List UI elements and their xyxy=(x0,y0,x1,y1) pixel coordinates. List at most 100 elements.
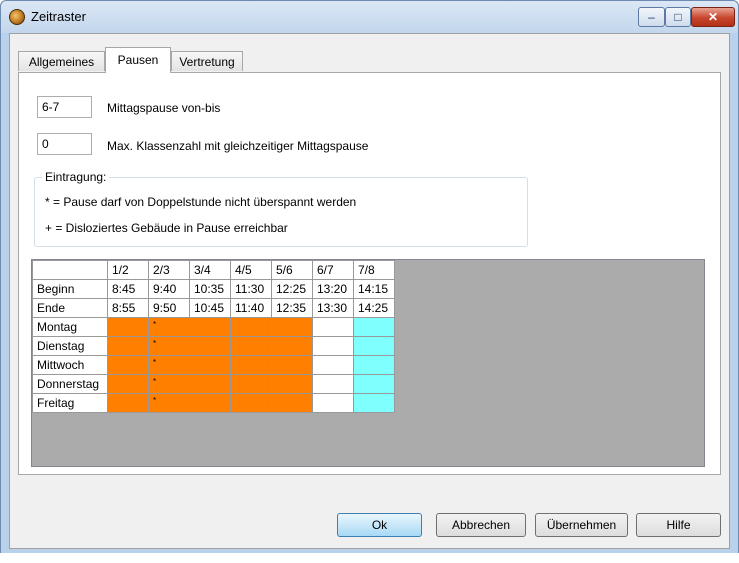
day-row: Freitag * xyxy=(32,393,395,413)
break-cell[interactable] xyxy=(107,317,149,337)
break-cell[interactable] xyxy=(271,374,313,394)
day-label: Dienstag xyxy=(32,336,108,356)
break-cell[interactable] xyxy=(189,393,231,413)
period-header: 7/8 xyxy=(353,260,395,280)
begin-row: Beginn 8:45 9:40 10:35 11:30 12:25 13:20… xyxy=(32,279,395,299)
break-cell[interactable] xyxy=(230,317,272,337)
break-cell[interactable] xyxy=(271,355,313,375)
close-button[interactable]: ✕ xyxy=(691,7,735,27)
ok-button[interactable]: Ok xyxy=(337,513,422,537)
break-cell[interactable] xyxy=(189,374,231,394)
end-time[interactable]: 9:50 xyxy=(148,298,190,318)
break-cell[interactable] xyxy=(312,317,354,337)
end-row: Ende 8:55 9:50 10:45 11:40 12:35 13:30 1… xyxy=(32,298,395,318)
period-header: 5/6 xyxy=(271,260,313,280)
no-span-mark: * xyxy=(153,396,157,405)
tab-vertretung[interactable]: Vertretung xyxy=(171,51,243,71)
close-icon: ✕ xyxy=(707,10,719,24)
break-cell[interactable] xyxy=(230,393,272,413)
day-row: Dienstag * xyxy=(32,336,395,356)
row-label: Beginn xyxy=(32,279,108,299)
cancel-button[interactable]: Abbrechen xyxy=(436,513,526,537)
maximize-icon: □ xyxy=(674,10,682,24)
break-cell[interactable] xyxy=(230,355,272,375)
day-label: Montag xyxy=(32,317,108,337)
begin-time[interactable]: 13:20 xyxy=(312,279,354,299)
period-header: 4/5 xyxy=(230,260,272,280)
no-span-mark: * xyxy=(153,339,157,348)
break-cell[interactable] xyxy=(107,336,149,356)
legend-line-star: * = Pause darf von Doppelstunde nicht üb… xyxy=(45,195,357,209)
begin-time[interactable]: 10:35 xyxy=(189,279,231,299)
end-time[interactable]: 13:30 xyxy=(312,298,354,318)
legend-title: Eintragung: xyxy=(42,170,110,184)
header-row: 1/2 2/3 3/4 4/5 5/6 6/7 7/8 xyxy=(32,260,395,280)
break-cell[interactable]: * xyxy=(148,374,190,394)
timetable-grid: 1/2 2/3 3/4 4/5 5/6 6/7 7/8 Beginn 8:45 … xyxy=(32,260,395,413)
break-cell[interactable] xyxy=(353,393,395,413)
break-cell[interactable] xyxy=(353,374,395,394)
break-cell[interactable] xyxy=(312,336,354,356)
day-row: Donnerstag * xyxy=(32,374,395,394)
break-cell[interactable] xyxy=(312,374,354,394)
break-cell[interactable] xyxy=(189,317,231,337)
max-classes-field[interactable]: 0 xyxy=(37,133,92,155)
end-time[interactable]: 8:55 xyxy=(107,298,149,318)
tab-pausen[interactable]: Pausen xyxy=(105,47,171,73)
tab-allgemeines[interactable]: Allgemeines xyxy=(18,51,105,71)
no-span-mark: * xyxy=(153,377,157,386)
break-cell[interactable] xyxy=(189,355,231,375)
break-cell[interactable] xyxy=(189,336,231,356)
break-cell[interactable] xyxy=(353,336,395,356)
day-row: Mittwoch * xyxy=(32,355,395,375)
maximize-button[interactable]: □ xyxy=(665,7,691,27)
title-bar[interactable]: Zeitraster – □ ✕ xyxy=(1,1,738,33)
end-time[interactable]: 11:40 xyxy=(230,298,272,318)
break-cell[interactable]: * xyxy=(148,336,190,356)
no-span-mark: * xyxy=(153,358,157,367)
window-title: Zeitraster xyxy=(31,9,86,24)
break-cell[interactable] xyxy=(271,336,313,356)
break-cell[interactable]: * xyxy=(148,355,190,375)
break-cell[interactable]: * xyxy=(148,393,190,413)
lunch-break-label: Mittagspause von-bis xyxy=(107,101,221,115)
apply-button[interactable]: Übernehmen xyxy=(535,513,628,537)
legend-line-plus: + = Disloziertes Gebäude in Pause erreic… xyxy=(45,221,288,235)
minimize-icon: – xyxy=(648,10,655,24)
period-header: 3/4 xyxy=(189,260,231,280)
period-header: 2/3 xyxy=(148,260,190,280)
end-time[interactable]: 10:45 xyxy=(189,298,231,318)
break-cell[interactable] xyxy=(312,355,354,375)
lunch-break-field[interactable]: 6-7 xyxy=(37,96,92,118)
begin-time[interactable]: 12:25 xyxy=(271,279,313,299)
break-cell[interactable] xyxy=(312,393,354,413)
end-time[interactable]: 14:25 xyxy=(353,298,395,318)
end-time[interactable]: 12:35 xyxy=(271,298,313,318)
max-classes-label: Max. Klassenzahl mit gleichzeitiger Mitt… xyxy=(107,139,369,153)
break-cell[interactable] xyxy=(230,374,272,394)
day-label: Mittwoch xyxy=(32,355,108,375)
legend-group xyxy=(34,177,528,247)
break-cell[interactable]: * xyxy=(148,317,190,337)
break-cell[interactable] xyxy=(271,317,313,337)
period-header: 1/2 xyxy=(107,260,149,280)
day-row: Montag * xyxy=(32,317,395,337)
break-cell[interactable] xyxy=(353,317,395,337)
begin-time[interactable]: 8:45 xyxy=(107,279,149,299)
break-cell[interactable] xyxy=(107,355,149,375)
begin-time[interactable]: 9:40 xyxy=(148,279,190,299)
begin-time[interactable]: 11:30 xyxy=(230,279,272,299)
break-cell[interactable] xyxy=(107,374,149,394)
day-label: Donnerstag xyxy=(32,374,108,394)
corner-cell xyxy=(32,260,108,280)
break-cell[interactable] xyxy=(353,355,395,375)
help-button[interactable]: Hilfe xyxy=(636,513,721,537)
period-header: 6/7 xyxy=(312,260,354,280)
break-cell[interactable] xyxy=(107,393,149,413)
day-label: Freitag xyxy=(32,393,108,413)
break-cell[interactable] xyxy=(230,336,272,356)
break-cell[interactable] xyxy=(271,393,313,413)
app-icon xyxy=(9,9,25,25)
begin-time[interactable]: 14:15 xyxy=(353,279,395,299)
minimize-button[interactable]: – xyxy=(638,7,665,27)
